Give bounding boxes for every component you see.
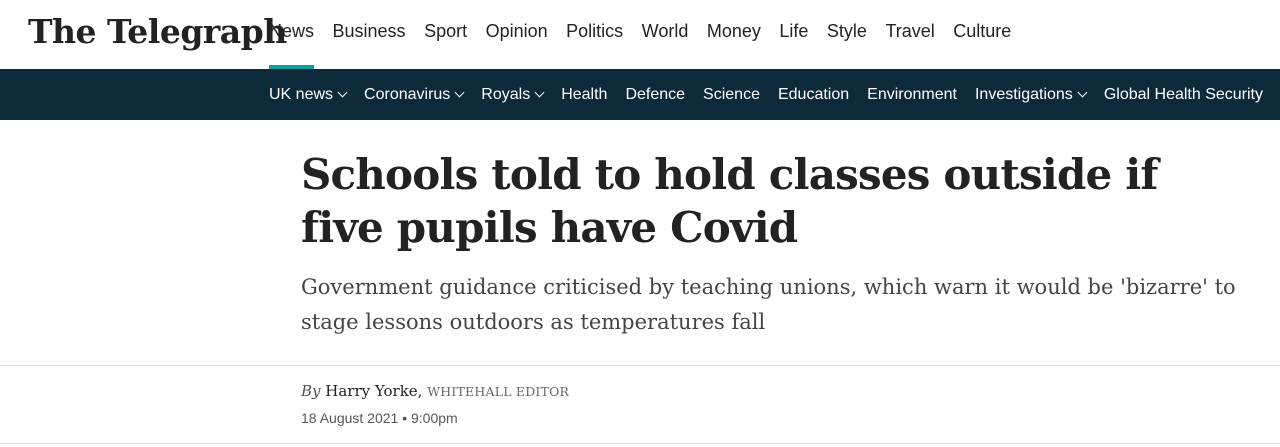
subnav-item-investigations[interactable]: Investigations <box>974 85 1088 104</box>
byline-prefix: By <box>301 382 321 400</box>
nav-item-style[interactable]: Style <box>827 0 867 69</box>
subnav-item-environment[interactable]: Environment <box>867 86 957 104</box>
nav-item-life[interactable]: Life <box>779 0 808 69</box>
subnav-item-label: Environment <box>867 85 957 103</box>
nav-item-sport[interactable]: Sport <box>424 0 467 69</box>
byline-area: By Harry Yorke, WHITEHALL EDITOR 18 Augu… <box>0 366 1280 446</box>
subnav-item-label: Coronavirus <box>364 85 451 103</box>
subnav-item-education[interactable]: Education <box>778 86 849 104</box>
secondary-nav: UK news Coronavirus Royals Health Defenc… <box>0 69 1280 120</box>
subnav-item-label: Education <box>777 85 850 103</box>
author-link[interactable]: Harry Yorke, <box>325 382 422 400</box>
subnav-item-label: Investigations <box>974 85 1073 103</box>
nav-item-news[interactable]: News <box>269 0 315 69</box>
nav-item-culture[interactable]: Culture <box>953 0 1011 69</box>
nav-item-travel[interactable]: Travel <box>885 0 934 69</box>
secondary-nav-items: UK news Coronavirus Royals Health Defenc… <box>269 69 1280 120</box>
telegraph-logo[interactable]: The Telegraph <box>28 12 287 52</box>
subnav-item-label: Health <box>561 85 608 103</box>
article-header: Schools told to hold classes outside if … <box>0 120 1280 366</box>
primary-nav: News Business Sport Opinion Politics Wor… <box>269 0 1030 69</box>
subnav-item-health[interactable]: Health <box>561 86 607 104</box>
subnav-item-label: Defence <box>625 85 686 103</box>
article-headline: Schools told to hold classes outside if … <box>301 150 1158 252</box>
nav-item-world[interactable]: World <box>642 0 689 69</box>
chevron-down-icon <box>1077 87 1088 98</box>
nav-item-money[interactable]: Money <box>707 0 761 69</box>
subnav-item-defence[interactable]: Defence <box>625 86 685 104</box>
subnav-item-label: UK news <box>269 85 334 103</box>
subnav-item-coronavirus[interactable]: Coronavirus <box>364 85 465 104</box>
chevron-down-icon <box>534 87 545 98</box>
site-header: The Telegraph News Business Sport Opinio… <box>0 0 1280 69</box>
chevron-down-icon <box>454 87 465 98</box>
subnav-item-global-health-security[interactable]: Global Health Security <box>1104 86 1263 104</box>
author-role: WHITEHALL EDITOR <box>427 384 570 399</box>
byline: By Harry Yorke, WHITEHALL EDITOR <box>301 382 569 400</box>
subnav-item-uk-news[interactable]: UK news <box>269 85 348 104</box>
nav-item-business[interactable]: Business <box>333 0 406 69</box>
subnav-item-label: Royals <box>481 85 531 103</box>
subnav-item-science[interactable]: Science <box>703 86 760 104</box>
article-standfirst: Government guidance criticised by teachi… <box>301 275 1236 334</box>
publish-date: 18 August 2021 • 9:00pm <box>301 410 458 426</box>
divider <box>0 443 1280 444</box>
subnav-item-label: Science <box>703 85 760 103</box>
chevron-down-icon <box>337 87 348 98</box>
subnav-item-royals[interactable]: Royals <box>481 85 545 104</box>
nav-item-opinion[interactable]: Opinion <box>486 0 548 69</box>
subnav-item-label: Global Health Security <box>1103 85 1263 103</box>
nav-item-politics[interactable]: Politics <box>566 0 623 69</box>
